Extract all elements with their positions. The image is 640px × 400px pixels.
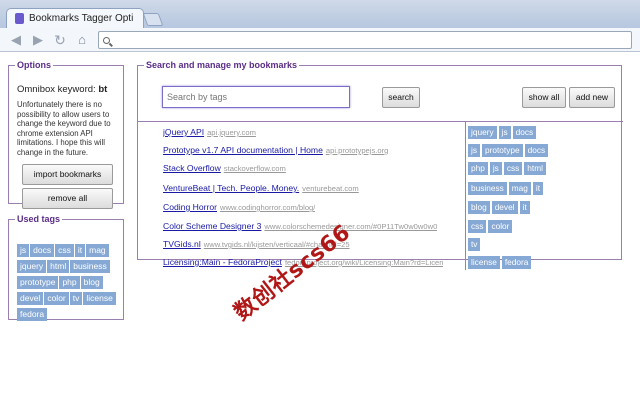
bookmark-title-link[interactable]: Licensing:Main - FedoraProject (163, 257, 282, 267)
tab-bookmarks-tagger[interactable]: Bookmarks Tagger Opti (6, 8, 144, 28)
bookmark-tags: php js css html (468, 162, 548, 176)
bookmark-tag-color[interactable]: color (488, 220, 513, 233)
tab-strip: Bookmarks Tagger Opti (0, 0, 640, 28)
search-button[interactable]: search (382, 87, 420, 108)
bookmark-tag-docs[interactable]: docs (524, 144, 549, 157)
used-tag-color[interactable]: color (44, 292, 69, 305)
tab-title: Bookmarks Tagger Opti (29, 13, 133, 24)
bookmark-url[interactable]: www.colorschemedesigner.com/#0P11Tw0w0w0… (264, 222, 437, 231)
address-bar[interactable] (98, 31, 632, 49)
bookmark-tags: js prototype docs (468, 144, 550, 158)
used-tag-php[interactable]: php (59, 276, 80, 289)
bookmark-row: VentureBeat | Tech. People. Money. ventur… (163, 183, 359, 196)
bookmark-tag-js[interactable]: js (498, 126, 511, 139)
search-manage-panel: Search and manage my bookmarks search sh… (137, 60, 623, 270)
bookmark-url[interactable]: venturebeat.com (302, 184, 359, 193)
bookmark-tags: business mag it (468, 182, 545, 196)
bookmark-tags: license fedora (468, 256, 533, 270)
bookmark-tag-mag[interactable]: mag (508, 182, 531, 195)
bookmark-title-link[interactable]: Color Scheme Designer 3 (163, 221, 261, 231)
new-tab-button[interactable] (142, 13, 164, 26)
bookmark-tags: css color (468, 220, 514, 234)
bookmark-title-link[interactable]: Coding Horror (163, 202, 217, 212)
bookmark-tag-js[interactable]: js (489, 162, 502, 175)
search-icon (103, 36, 110, 44)
bookmark-tag-license[interactable]: license (468, 256, 500, 269)
main-title: Search and manage my bookmarks (146, 60, 298, 70)
bookmark-tag-jquery[interactable]: jquery (468, 126, 497, 139)
bookmark-title-link[interactable]: Stack Overflow (163, 163, 221, 173)
bookmark-tag-it[interactable]: it (519, 201, 530, 214)
bookmark-tag-css[interactable]: css (503, 162, 523, 175)
bookmark-tag-css[interactable]: css (468, 220, 487, 233)
bookmark-tag-business[interactable]: business (468, 182, 507, 195)
bookmark-tag-docs[interactable]: docs (512, 126, 537, 139)
bookmark-url[interactable]: www.codinghorror.com/blog/ (220, 203, 315, 212)
bookmark-tag-fedora[interactable]: fedora (501, 256, 532, 269)
bookmark-tags: jquery js docs (468, 126, 538, 140)
bookmark-tag-blog[interactable]: blog (468, 201, 490, 214)
used-tag-css[interactable]: css (55, 244, 74, 257)
omnibox-keyword-label: Omnibox keyword: bt (17, 84, 107, 95)
used-tag-html[interactable]: html (47, 260, 70, 273)
bookmark-tag-prototype[interactable]: prototype (482, 144, 523, 157)
bookmark-favicon-icon (15, 13, 24, 24)
import-bookmarks-button[interactable]: import bookmarks (22, 164, 113, 185)
bookmark-tags: tv (468, 238, 482, 252)
remove-all-button[interactable]: remove all (22, 188, 113, 209)
bookmark-title-link[interactable]: VentureBeat | Tech. People. Money. (163, 183, 299, 193)
bookmark-url[interactable]: api.jquery.com (207, 128, 256, 137)
used-tags-panel: Used tags js docs css it mag jquery html busine… (8, 214, 124, 321)
used-tag-it[interactable]: it (74, 244, 86, 257)
used-tag-prototype[interactable]: prototype (17, 276, 59, 289)
bookmark-tags: blog devel it (468, 201, 532, 215)
keyword-note: Unfortunately there is no possibility to… (17, 100, 111, 157)
bookmark-url[interactable]: stackoverflow.com (224, 164, 286, 173)
bookmark-tag-php[interactable]: php (468, 162, 488, 175)
options-title: Options (17, 60, 51, 70)
bookmark-row: Stack Overflow stackoverflow.com (163, 163, 286, 176)
used-tag-devel[interactable]: devel (17, 292, 44, 305)
bookmark-row: Coding Horror www.codinghorror.com/blog/ (163, 202, 315, 215)
used-tag-license[interactable]: license (83, 292, 116, 305)
used-tags-list: js docs css it mag jquery html business prototyp… (17, 244, 121, 324)
used-tag-fedora[interactable]: fedora (17, 308, 48, 321)
used-tag-blog[interactable]: blog (80, 276, 103, 289)
list-divider (465, 122, 466, 270)
bookmark-list: jQuery API api.jquery.com jquery js docs Prot… (138, 121, 623, 270)
used-tag-tv[interactable]: tv (69, 292, 83, 305)
used-tag-mag[interactable]: mag (86, 244, 109, 257)
forward-arrow-icon[interactable]: ▶ (30, 32, 46, 48)
bookmark-tag-js[interactable]: js (468, 144, 480, 157)
tag-search-input[interactable] (162, 86, 350, 108)
bookmark-tag-devel[interactable]: devel (491, 201, 518, 214)
back-arrow-icon[interactable]: ◀ (8, 32, 24, 48)
bookmark-url[interactable]: api.prototypejs.org (326, 146, 388, 155)
bookmark-row: Color Scheme Designer 3 www.colorschemede… (163, 221, 437, 234)
bookmark-title-link[interactable]: jQuery API (163, 127, 204, 137)
show-all-button[interactable]: show all (522, 87, 566, 108)
used-tag-jquery[interactable]: jquery (17, 260, 47, 273)
bookmark-title-link[interactable]: Prototype v1.7 API documentation | Home (163, 145, 323, 155)
used-tag-docs[interactable]: docs (30, 244, 55, 257)
omnibox-prefix: Omnibox keyword: (17, 84, 99, 95)
browser-toolbar: ◀ ▶ ↻ ⌂ (0, 28, 640, 52)
add-new-button[interactable]: add new (569, 87, 615, 108)
used-tag-business[interactable]: business (70, 260, 110, 273)
bookmark-row: Prototype v1.7 API documentation | Home a… (163, 145, 388, 158)
bookmark-tag-tv[interactable]: tv (468, 238, 481, 251)
options-panel: Options Omnibox keyword: bt Unfortunatel… (8, 60, 124, 209)
bookmark-tag-html[interactable]: html (524, 162, 546, 175)
home-icon[interactable]: ⌂ (74, 32, 90, 48)
bookmark-tag-it[interactable]: it (532, 182, 544, 195)
omnibox-keyword: bt (98, 84, 108, 95)
bookmark-row: jQuery API api.jquery.com (163, 127, 256, 140)
used-tags-title: Used tags (17, 214, 61, 224)
bookmark-title-link[interactable]: TVGids.nl (163, 239, 201, 249)
reload-icon[interactable]: ↻ (52, 32, 68, 48)
used-tag-js[interactable]: js (17, 244, 30, 257)
